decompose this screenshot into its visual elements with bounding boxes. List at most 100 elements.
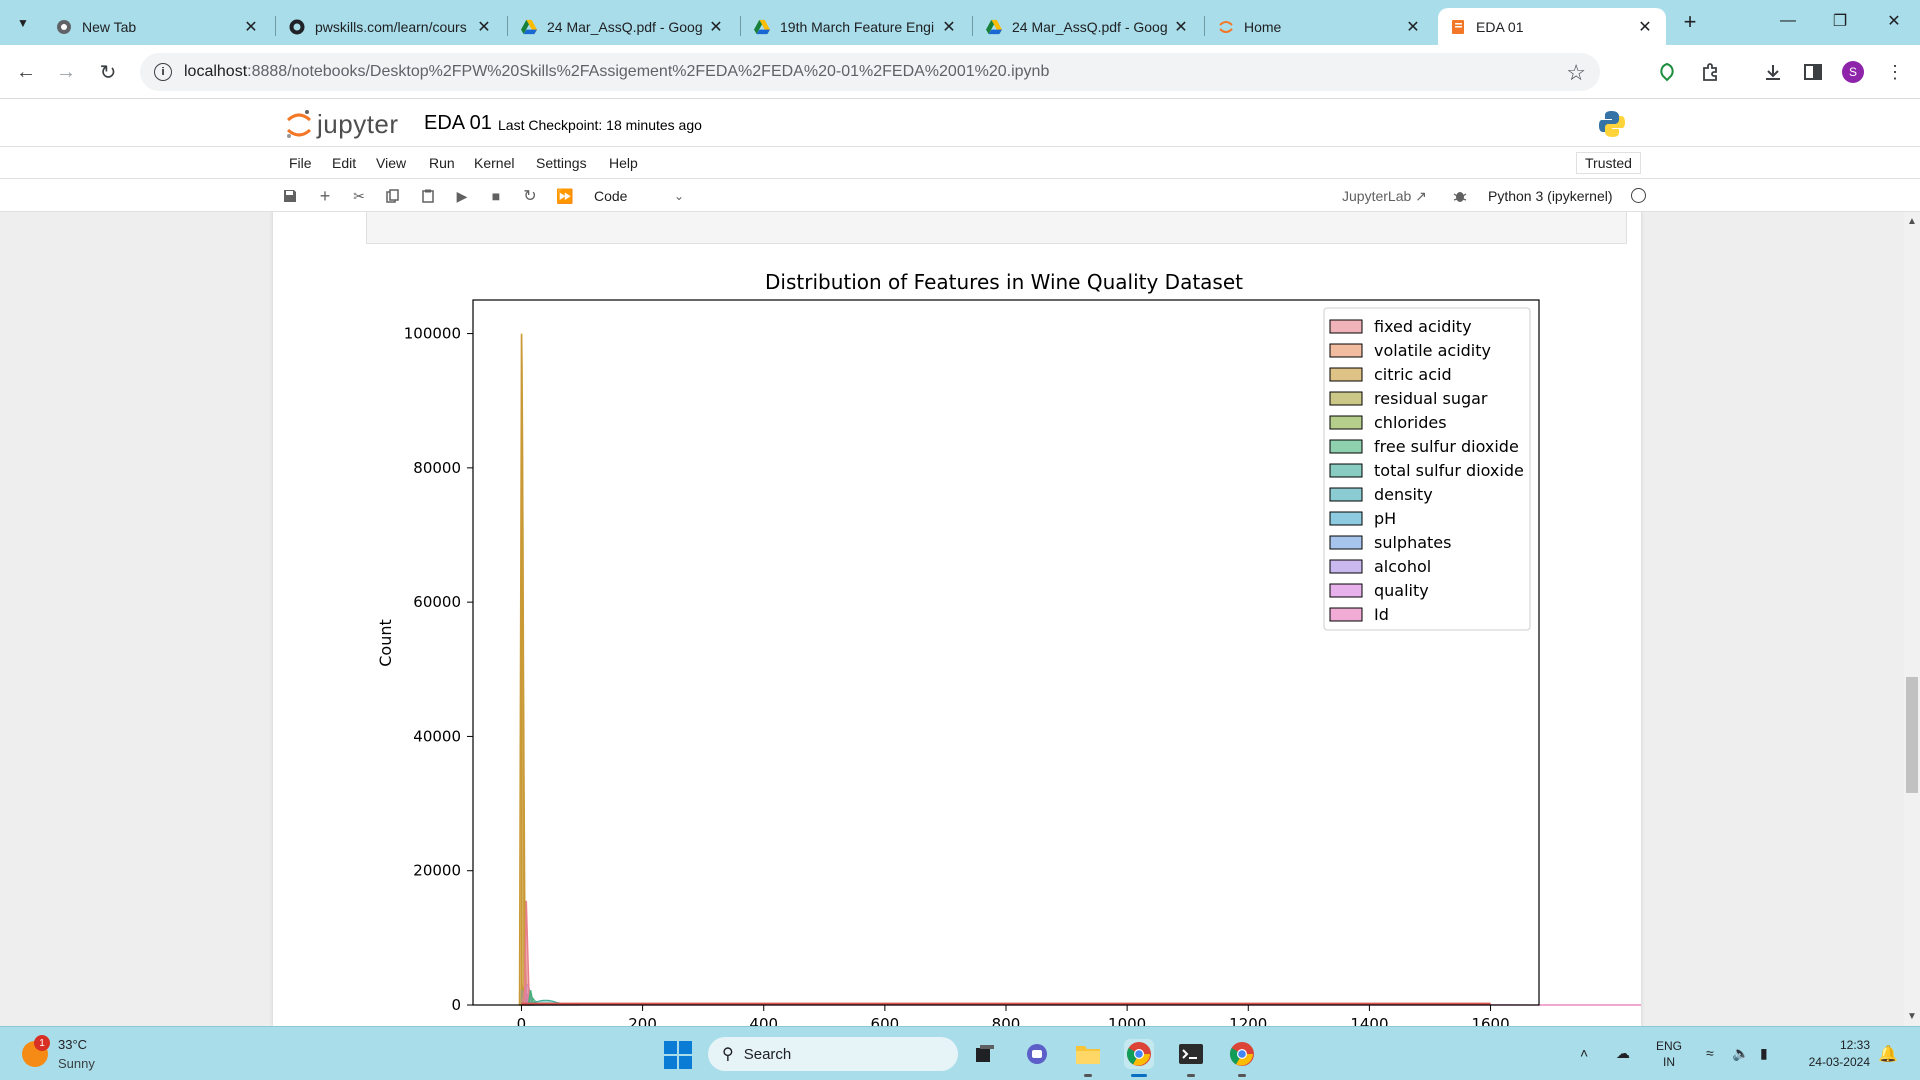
cell-type-select[interactable]: Code ⌄ bbox=[594, 185, 684, 207]
tab-title: 24 Mar_AssQ.pdf - Goog bbox=[1012, 18, 1168, 35]
restore-icon[interactable]: ❐ bbox=[1820, 6, 1860, 36]
menu-help[interactable]: Help bbox=[609, 155, 638, 171]
profile-avatar[interactable]: S bbox=[1842, 61, 1864, 83]
tab-19th-march[interactable]: 19th March Feature Engi ✕ bbox=[742, 8, 970, 45]
running-indicator bbox=[1084, 1074, 1092, 1077]
menu-view[interactable]: View bbox=[376, 155, 406, 171]
bookmark-star-icon[interactable]: ☆ bbox=[1566, 60, 1586, 86]
menu-kernel[interactable]: Kernel bbox=[474, 155, 514, 171]
site-info-icon[interactable]: i bbox=[154, 63, 172, 81]
tab-24-mar-pdf[interactable]: 24 Mar_AssQ.pdf - Goog ✕ bbox=[509, 8, 737, 45]
new-tab-button[interactable]: + bbox=[1676, 8, 1704, 36]
add-cell-icon[interactable]: + bbox=[315, 186, 335, 206]
run-icon[interactable]: ▶ bbox=[452, 186, 472, 206]
kernel-name[interactable]: Python 3 (ipykernel) bbox=[1488, 188, 1613, 204]
close-tab-icon[interactable]: ✕ bbox=[707, 17, 725, 37]
close-tab-icon[interactable]: ✕ bbox=[1404, 17, 1422, 37]
address-bar[interactable]: i localhost:8888/notebooks/Desktop%2FPW%… bbox=[140, 53, 1600, 91]
scroll-down-arrow-icon[interactable]: ▼ bbox=[1907, 1011, 1917, 1022]
wifi-icon[interactable]: ≈ bbox=[1706, 1045, 1714, 1061]
task-view-icon[interactable] bbox=[970, 1039, 1000, 1069]
paste-icon[interactable] bbox=[418, 186, 438, 206]
legend-swatch bbox=[1329, 487, 1363, 502]
chrome-profile-taskbar-icon[interactable] bbox=[1227, 1039, 1257, 1077]
copy-icon[interactable] bbox=[383, 186, 403, 206]
onedrive-cloud-icon[interactable]: ☁ bbox=[1616, 1045, 1630, 1062]
legend-label: total sulfur dioxide bbox=[1374, 461, 1524, 480]
forward-arrow-icon[interactable]: → bbox=[52, 58, 80, 86]
browser-toolbar: ← → ↻ i localhost:8888/notebooks/Desktop… bbox=[0, 45, 1920, 99]
tab-eda-01[interactable]: EDA 01 ✕ bbox=[1438, 8, 1666, 45]
tab-24-mar-pdf-2[interactable]: 24 Mar_AssQ.pdf - Goog ✕ bbox=[974, 8, 1202, 45]
file-explorer-icon[interactable] bbox=[1073, 1039, 1103, 1077]
close-window-icon[interactable]: ✕ bbox=[1874, 6, 1914, 36]
open-jupyterlab-link[interactable]: JupyterLab ↗ bbox=[1342, 188, 1427, 205]
reload-icon[interactable]: ↻ bbox=[94, 58, 122, 86]
tab-title: New Tab bbox=[82, 18, 137, 35]
menu-file[interactable]: File bbox=[289, 155, 312, 171]
notebook-area: Distribution of Features in Wine Quality… bbox=[0, 212, 1920, 1026]
terminal-icon[interactable] bbox=[1176, 1039, 1206, 1077]
external-link-icon: ↗ bbox=[1415, 188, 1427, 204]
close-tab-icon[interactable]: ✕ bbox=[940, 17, 958, 37]
tab-separator bbox=[1204, 16, 1205, 36]
menu-settings[interactable]: Settings bbox=[536, 155, 587, 171]
extensions-puzzle-icon[interactable] bbox=[1697, 59, 1723, 85]
browser-menu-icon[interactable]: ⋮ bbox=[1882, 59, 1908, 85]
minimize-icon[interactable]: — bbox=[1768, 6, 1808, 36]
menu-run[interactable]: Run bbox=[429, 155, 455, 171]
debugger-bug-icon[interactable] bbox=[1450, 186, 1470, 206]
jupyter-logo[interactable]: jupyter bbox=[285, 108, 399, 140]
spike-citric-acid bbox=[518, 333, 526, 1006]
notebook-panel: Distribution of Features in Wine Quality… bbox=[273, 212, 1641, 1026]
battery-icon[interactable]: ▮ bbox=[1760, 1045, 1768, 1062]
x-tick-label: 1600 bbox=[1471, 1015, 1509, 1026]
teams-chat-icon[interactable] bbox=[1022, 1039, 1052, 1069]
scrollbar-thumb[interactable] bbox=[1906, 677, 1918, 793]
show-hidden-icons-chevron-icon[interactable]: ˄ bbox=[1580, 1045, 1588, 1061]
volume-icon[interactable]: 🔈 bbox=[1732, 1045, 1749, 1062]
code-cell-input[interactable] bbox=[366, 212, 1627, 244]
menu-edit[interactable]: Edit bbox=[332, 155, 356, 171]
taskbar-search[interactable]: ⚲ Search bbox=[708, 1037, 958, 1071]
legend-swatch bbox=[1329, 319, 1363, 334]
notebook-icon bbox=[1450, 19, 1466, 35]
trusted-badge[interactable]: Trusted bbox=[1576, 152, 1641, 174]
cut-icon[interactable]: ✂ bbox=[349, 186, 369, 206]
scroll-up-arrow-icon[interactable]: ▲ bbox=[1907, 216, 1917, 227]
save-icon[interactable] bbox=[280, 186, 300, 206]
windows-start-icon[interactable] bbox=[664, 1041, 692, 1069]
stop-icon[interactable]: ■ bbox=[486, 186, 506, 206]
legend-label: density bbox=[1374, 485, 1433, 504]
download-icon[interactable] bbox=[1760, 59, 1786, 85]
system-clock[interactable]: 12:33 24-03-2024 bbox=[1796, 1037, 1870, 1071]
tab-pwskills[interactable]: pwskills.com/learn/cours ✕ bbox=[277, 8, 505, 45]
y-tick-label: 0 bbox=[451, 996, 461, 1014]
run-all-icon[interactable]: ⏩ bbox=[555, 186, 575, 206]
notebook-scrollbar[interactable]: ▲ ▼ bbox=[1904, 212, 1920, 1026]
notification-bell-icon[interactable]: 🔔 bbox=[1878, 1044, 1898, 1064]
weather-description[interactable]: Sunny bbox=[58, 1056, 95, 1071]
chrome-taskbar-icon[interactable] bbox=[1124, 1039, 1154, 1077]
legend-swatch bbox=[1329, 583, 1363, 598]
legend-label: sulphates bbox=[1374, 533, 1451, 552]
close-tab-icon[interactable]: ✕ bbox=[475, 17, 493, 37]
extension-leaf-icon[interactable] bbox=[1654, 59, 1680, 85]
tab-search-dropdown-icon[interactable]: ▼ bbox=[10, 10, 36, 36]
close-tab-icon[interactable]: ✕ bbox=[1172, 17, 1190, 37]
restart-kernel-icon[interactable]: ↻ bbox=[520, 186, 540, 206]
legend-swatch bbox=[1329, 535, 1363, 550]
close-tab-icon[interactable]: ✕ bbox=[242, 17, 260, 37]
tab-home[interactable]: Home ✕ bbox=[1206, 8, 1434, 45]
close-tab-icon[interactable]: ✕ bbox=[1636, 17, 1654, 37]
language-indicator[interactable]: ENG IN bbox=[1656, 1038, 1682, 1070]
back-arrow-icon[interactable]: ← bbox=[12, 58, 40, 86]
clock-date: 24-03-2024 bbox=[1808, 1055, 1870, 1069]
notebook-title[interactable]: EDA 01 bbox=[424, 112, 492, 135]
tab-new-tab[interactable]: New Tab ✕ bbox=[44, 8, 272, 45]
last-checkpoint: Last Checkpoint: 18 minutes ago bbox=[498, 117, 702, 133]
running-indicator bbox=[1187, 1074, 1195, 1077]
side-panel-icon[interactable] bbox=[1800, 59, 1826, 85]
running-indicator bbox=[1131, 1074, 1147, 1077]
weather-temperature[interactable]: 33°C bbox=[58, 1037, 87, 1052]
